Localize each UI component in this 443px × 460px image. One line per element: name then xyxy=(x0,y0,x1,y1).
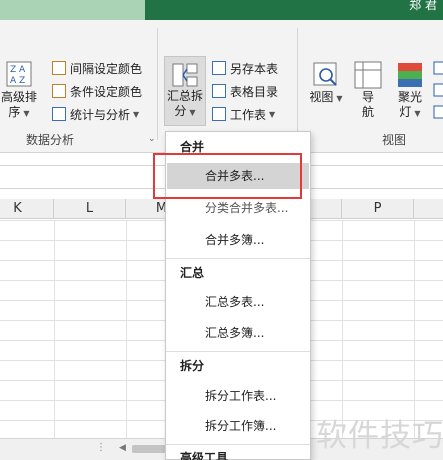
chevron-down-icon: ▼ xyxy=(189,108,196,117)
view-label: 视图 ▼ xyxy=(309,90,343,104)
menu-item-split-book[interactable]: 拆分工作簿... xyxy=(167,413,309,439)
merge-split-label-2: 分 ▼ xyxy=(174,104,196,118)
menu-item-split-sheet[interactable]: 拆分工作表... xyxy=(167,383,309,409)
menu-divider xyxy=(166,444,310,445)
group-label-view: 视图 xyxy=(382,133,407,147)
column-header-k[interactable]: K xyxy=(0,199,54,219)
title-bar: 郑 君 xyxy=(0,0,443,20)
menu-divider xyxy=(166,258,310,259)
scroll-left-icon[interactable]: ◀ xyxy=(119,443,126,453)
spotlight-button[interactable]: 聚光 灯 ▼ xyxy=(392,60,428,121)
scroll-thumb[interactable] xyxy=(132,445,166,453)
grid-line xyxy=(126,220,127,440)
ribbon-tab-area xyxy=(0,0,145,20)
resize-handle-icon[interactable]: ⋮ xyxy=(96,442,106,453)
conditional-color-label: 条件设定颜色 xyxy=(70,84,143,99)
menu-item-merge-books[interactable]: 合并多簿... xyxy=(167,227,309,253)
watermark: 软件技巧 xyxy=(316,418,443,454)
chevron-down-icon: ▼ xyxy=(336,94,343,103)
spotlight-icon xyxy=(398,63,422,87)
save-as-sheet-label: 另存本表 xyxy=(230,61,279,76)
grid-line xyxy=(342,220,343,440)
grid-line xyxy=(54,220,55,440)
user-name[interactable]: 郑 君 xyxy=(409,0,437,12)
advanced-sort-label-1: 高级排 xyxy=(0,90,37,104)
group-label-data-analysis: 数据分析 xyxy=(26,133,75,147)
chevron-down-icon: ▼ xyxy=(133,109,140,119)
menu-divider xyxy=(166,351,310,352)
magnifier-grid-icon xyxy=(313,62,337,86)
column-header-l[interactable]: L xyxy=(54,199,126,219)
svg-text:A Z: A Z xyxy=(10,76,25,86)
chevron-down-icon: ▼ xyxy=(269,109,276,119)
navigation-label-2: 航 xyxy=(361,105,374,119)
sort-az-icon: Z A A Z xyxy=(6,61,32,87)
merge-split-label-1: 汇总拆 xyxy=(166,89,203,103)
menu-item-summary-books[interactable]: 汇总多簿... xyxy=(167,320,309,346)
grid-color-icon xyxy=(52,84,66,98)
worksheet-button[interactable]: 工作表 ▼ xyxy=(212,104,275,124)
spotlight-label-2: 灯 ▼ xyxy=(399,105,421,119)
chevron-down-icon: ▼ xyxy=(414,109,421,118)
menu-section-summary: 汇总 xyxy=(180,266,205,280)
advanced-sort-button[interactable]: Z A A Z 高级排 序 ▼ xyxy=(0,60,38,121)
more-tools-icon[interactable] xyxy=(432,60,443,120)
chevron-down-icon: ▼ xyxy=(23,109,30,118)
worksheet-icon xyxy=(212,107,226,121)
menu-section-advanced: 高级工具 xyxy=(180,451,229,460)
table-toc-icon xyxy=(212,84,226,98)
conditional-color-button[interactable]: 条件设定颜色 xyxy=(52,81,142,101)
svg-text:Z A: Z A xyxy=(10,65,26,75)
advanced-sort-label-2: 序 ▼ xyxy=(8,105,30,119)
merge-split-button[interactable]: 汇总拆 分 ▼ xyxy=(164,56,206,126)
navigation-grid-icon xyxy=(354,61,382,89)
ribbon-divider xyxy=(157,28,158,140)
highlight-annotation xyxy=(153,153,302,199)
menu-item-summary-sheets[interactable]: 汇总多表... xyxy=(167,289,309,315)
menu-section-split: 拆分 xyxy=(180,359,205,373)
group-expand-icon[interactable]: ⌄ xyxy=(148,134,156,144)
save-sheet-icon xyxy=(212,61,226,75)
ribbon-divider xyxy=(297,28,298,140)
navigation-label-1: 导 xyxy=(361,90,374,104)
save-as-sheet-button[interactable]: 另存本表 xyxy=(212,58,278,78)
navigation-button[interactable]: 导 航 xyxy=(352,60,384,120)
worksheet-label: 工作表 xyxy=(230,107,267,122)
spacing-color-button[interactable]: 间隔设定颜色 xyxy=(52,58,142,78)
column-header-p[interactable]: P xyxy=(342,199,414,219)
table-toc-label: 表格目录 xyxy=(230,84,279,99)
stats-analysis-label: 统计与分析 xyxy=(70,107,131,122)
spotlight-label-1: 聚光 xyxy=(397,90,422,104)
chart-icon xyxy=(52,107,66,121)
view-button[interactable]: 视图 ▼ xyxy=(307,60,345,106)
merge-split-icon xyxy=(172,63,198,87)
grid-color-icon xyxy=(52,61,66,75)
grid-line xyxy=(414,220,415,440)
stats-analysis-button[interactable]: 统计与分析 ▼ xyxy=(52,104,139,124)
table-toc-button[interactable]: 表格目录 xyxy=(212,81,278,101)
spacing-color-label: 间隔设定颜色 xyxy=(70,61,143,76)
